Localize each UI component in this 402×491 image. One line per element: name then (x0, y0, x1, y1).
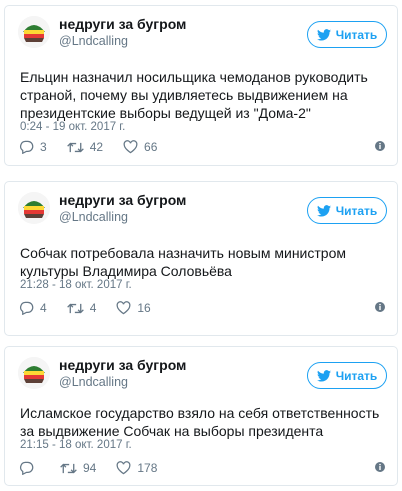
retweet-count: 42 (89, 140, 104, 154)
tweet-actions: 3 42 66 (19, 140, 385, 154)
info-icon[interactable] (375, 141, 385, 151)
display-name[interactable]: недруги за бугром (59, 16, 186, 32)
tweet-text: Собчак потребовала назначить новым минис… (20, 245, 346, 279)
display-name[interactable]: недруги за бугром (59, 357, 186, 373)
retweet-icon (66, 303, 84, 313)
twitter-bird-icon (316, 28, 331, 41)
tweet-card[interactable]: недруги за бугром @Lndcalling Читать Соб… (4, 181, 398, 336)
retweet-count: 4 (89, 301, 97, 315)
retweet-button[interactable]: 4 (66, 301, 97, 315)
tweet-actions: 94 178 (19, 461, 385, 475)
display-name[interactable]: недруги за бугром (59, 192, 186, 208)
reply-button[interactable]: 4 (19, 301, 47, 315)
follow-label: Читать (335, 203, 378, 218)
retweet-icon (60, 463, 77, 473)
tweet-timestamp[interactable]: 21:28 - 18 окт. 2017 г. (20, 279, 132, 291)
heart-icon (116, 461, 131, 475)
screen-name[interactable]: @Lndcalling (59, 374, 186, 390)
follow-button[interactable]: Читать (307, 362, 387, 389)
info-icon[interactable] (375, 302, 385, 312)
like-button[interactable]: 16 (116, 301, 151, 315)
tweet-header: недруги за бугром @Lndcalling (18, 16, 186, 49)
tweet-feed: недруги за бугром @Lndcalling Читать Ель… (0, 0, 402, 491)
reply-icon (20, 461, 34, 475)
tweet-card[interactable]: недруги за бугром @Lndcalling Читать Ель… (4, 5, 398, 166)
reply-button[interactable]: 3 (19, 140, 47, 154)
follow-button[interactable]: Читать (307, 197, 387, 224)
follow-label: Читать (335, 368, 378, 383)
tweet-text: Ельцин назначил носильщика чемоданов рук… (20, 69, 368, 121)
like-count: 16 (137, 301, 151, 315)
avatar[interactable] (18, 16, 50, 48)
retweet-button[interactable]: 94 (60, 461, 96, 475)
info-icon[interactable] (375, 462, 385, 472)
twitter-bird-icon (316, 369, 331, 382)
avatar[interactable] (18, 357, 50, 389)
reply-count: 3 (40, 140, 47, 154)
like-count: 178 (137, 461, 158, 475)
tweet-header: недруги за бугром @Lndcalling (18, 357, 186, 390)
follow-label: Читать (335, 27, 378, 42)
tweet-header: недруги за бугром @Lndcalling (18, 192, 186, 225)
tweet-timestamp[interactable]: 0:24 - 19 окт. 2017 г. (20, 121, 125, 133)
heart-icon (123, 140, 138, 154)
avatar[interactable] (18, 192, 50, 224)
tweet-text: Исламское государство взяло на себя отве… (20, 405, 380, 439)
reply-button[interactable] (19, 461, 40, 475)
screen-name[interactable]: @Lndcalling (59, 33, 186, 49)
reply-count: 4 (40, 301, 47, 315)
twitter-bird-icon (316, 204, 331, 217)
retweet-icon (66, 142, 84, 152)
retweet-count: 94 (83, 461, 97, 475)
like-count: 66 (144, 140, 158, 154)
reply-icon (20, 301, 34, 315)
like-button[interactable]: 178 (116, 461, 157, 475)
tweet-timestamp[interactable]: 21:15 - 18 окт. 2017 г. (20, 439, 132, 451)
screen-name[interactable]: @Lndcalling (59, 209, 186, 225)
tweet-card[interactable]: недруги за бугром @Lndcalling Читать Исл… (4, 346, 398, 486)
like-button[interactable]: 66 (123, 140, 157, 154)
heart-icon (116, 301, 131, 315)
follow-button[interactable]: Читать (307, 21, 387, 48)
retweet-button[interactable]: 42 (66, 140, 104, 154)
reply-icon (20, 140, 34, 154)
tweet-actions: 4 4 16 (19, 301, 385, 315)
